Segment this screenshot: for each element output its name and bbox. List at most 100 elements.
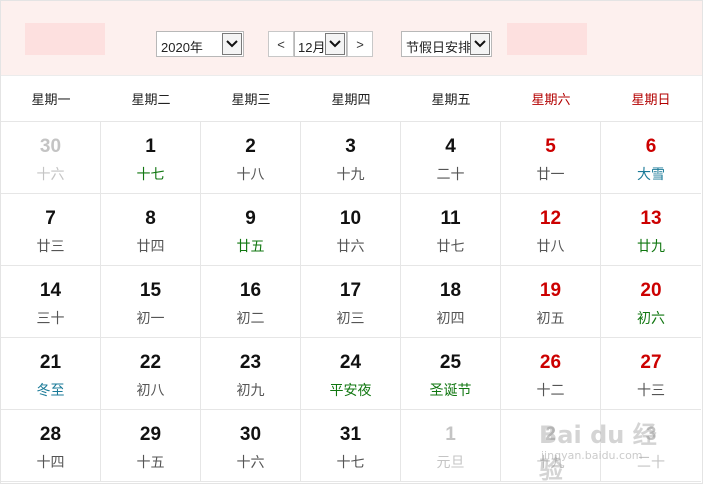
- day-cell[interactable]: 12 廿八: [501, 194, 601, 266]
- lunar-date: 初五: [536, 310, 565, 326]
- lunar-date: 十九: [536, 454, 565, 470]
- day-cell[interactable]: 3 二十: [601, 410, 701, 482]
- year-select-value: 2020年: [161, 40, 203, 55]
- chevron-down-icon[interactable]: [325, 33, 345, 55]
- lunar-date: 初一: [136, 310, 165, 326]
- lunar-date: 十七: [136, 166, 165, 182]
- calendar: 2020年 < 12月 > 节假日安排 星期一 星期二 星期三 星期四 星期五 星期六 星期…: [0, 0, 703, 484]
- lunar-date: 大雪: [637, 166, 665, 182]
- weekday-label: 星期五: [431, 92, 471, 107]
- day-cell[interactable]: 27 十三: [601, 338, 701, 410]
- lunar-date: 十九: [336, 166, 365, 182]
- day-number: 30: [239, 424, 262, 445]
- month-select-value: 12月: [298, 40, 326, 55]
- lunar-date: 初二: [236, 310, 265, 326]
- day-cell[interactable]: 13 廿九: [601, 194, 701, 266]
- day-cell[interactable]: 4 二十: [401, 122, 501, 194]
- day-cell[interactable]: 7 廿三: [1, 194, 101, 266]
- calendar-grid: 30 十六 1 十七 2 十八 3 十九 4 二十 5 廿一 6 大雪 7 廿三 8 廿四 9 廿五 10 廿六 11 廿七 1…: [1, 122, 702, 482]
- lunar-date: 廿四: [136, 238, 165, 254]
- lunar-date: 廿七: [436, 238, 465, 254]
- day-cell[interactable]: 20 初六: [601, 266, 701, 338]
- lunar-date: 初六: [637, 310, 665, 326]
- day-number: 3: [345, 136, 356, 157]
- lunar-date: 初九: [236, 382, 265, 398]
- day-cell[interactable]: 23 初九: [201, 338, 301, 410]
- prev-month-button[interactable]: <: [268, 31, 294, 57]
- holiday-select[interactable]: 节假日安排: [401, 31, 492, 57]
- day-number: 1: [445, 424, 456, 445]
- weekday-label: 星期六: [531, 92, 571, 107]
- lunar-date: 十三: [637, 382, 665, 398]
- day-cell[interactable]: 6 大雪: [601, 122, 701, 194]
- day-number: 10: [339, 208, 362, 229]
- lunar-date: 廿三: [36, 238, 65, 254]
- day-cell[interactable]: 28 十四: [1, 410, 101, 482]
- day-cell[interactable]: 15 初一: [101, 266, 201, 338]
- lunar-date: 初八: [136, 382, 165, 398]
- day-cell[interactable]: 2 十九: [501, 410, 601, 482]
- day-cell[interactable]: 1 元旦: [401, 410, 501, 482]
- day-number: 23: [239, 352, 262, 373]
- day-cell[interactable]: 31 十七: [301, 410, 401, 482]
- next-month-label: >: [356, 36, 364, 52]
- weekday-label: 星期日: [631, 92, 671, 107]
- month-select[interactable]: 12月: [294, 31, 347, 57]
- day-number: 8: [145, 208, 156, 229]
- day-cell[interactable]: 25 圣诞节: [401, 338, 501, 410]
- day-cell[interactable]: 16 初二: [201, 266, 301, 338]
- day-cell[interactable]: 1 十七: [101, 122, 201, 194]
- day-number: 27: [640, 352, 662, 373]
- day-cell[interactable]: 2 十八: [201, 122, 301, 194]
- lunar-date: 十六: [236, 454, 265, 470]
- lunar-date: 冬至: [36, 382, 65, 398]
- day-number: 28: [39, 424, 62, 445]
- lunar-date: 二十: [436, 166, 465, 182]
- weekday-label: 星期四: [331, 92, 371, 107]
- day-cell[interactable]: 24 平安夜: [301, 338, 401, 410]
- day-cell[interactable]: 5 廿一: [501, 122, 601, 194]
- day-number: 3: [645, 424, 657, 445]
- day-cell[interactable]: 22 初八: [101, 338, 201, 410]
- day-cell[interactable]: 19 初五: [501, 266, 601, 338]
- day-cell[interactable]: 8 廿四: [101, 194, 201, 266]
- day-cell[interactable]: 10 廿六: [301, 194, 401, 266]
- day-number: 6: [645, 136, 657, 157]
- chevron-down-icon[interactable]: [470, 33, 490, 55]
- day-cell[interactable]: 30 十六: [201, 410, 301, 482]
- day-number: 29: [139, 424, 162, 445]
- day-number: 4: [445, 136, 456, 157]
- day-cell[interactable]: 11 廿七: [401, 194, 501, 266]
- day-number: 25: [439, 352, 462, 373]
- day-cell[interactable]: 26 十二: [501, 338, 601, 410]
- day-cell[interactable]: 9 廿五: [201, 194, 301, 266]
- day-cell[interactable]: 21 冬至: [1, 338, 101, 410]
- lunar-date: 十二: [536, 382, 565, 398]
- next-month-button[interactable]: >: [347, 31, 373, 57]
- lunar-date: 廿五: [236, 238, 265, 254]
- day-number: 15: [139, 280, 162, 301]
- lunar-date: 初四: [436, 310, 465, 326]
- lunar-date: 元旦: [436, 454, 465, 470]
- lunar-date: 十六: [36, 166, 65, 182]
- day-number: 16: [239, 280, 262, 301]
- prev-month-label: <: [277, 36, 285, 52]
- lunar-date: 圣诞节: [429, 382, 472, 398]
- day-cell[interactable]: 3 十九: [301, 122, 401, 194]
- chevron-down-icon[interactable]: [222, 33, 242, 55]
- lunar-date: 廿六: [336, 238, 365, 254]
- day-cell[interactable]: 14 三十: [1, 266, 101, 338]
- day-number: 13: [640, 208, 662, 229]
- day-cell[interactable]: 17 初三: [301, 266, 401, 338]
- day-cell[interactable]: 30 十六: [1, 122, 101, 194]
- day-number: 1: [145, 136, 156, 157]
- day-number: 5: [545, 136, 556, 157]
- lunar-date: 二十: [637, 454, 665, 470]
- day-cell[interactable]: 29 十五: [101, 410, 201, 482]
- day-number: 19: [539, 280, 562, 301]
- holiday-select-value: 节假日安排: [406, 40, 472, 55]
- day-cell[interactable]: 18 初四: [401, 266, 501, 338]
- year-select[interactable]: 2020年: [156, 31, 244, 57]
- day-number: 21: [39, 352, 62, 373]
- day-number: 22: [139, 352, 162, 373]
